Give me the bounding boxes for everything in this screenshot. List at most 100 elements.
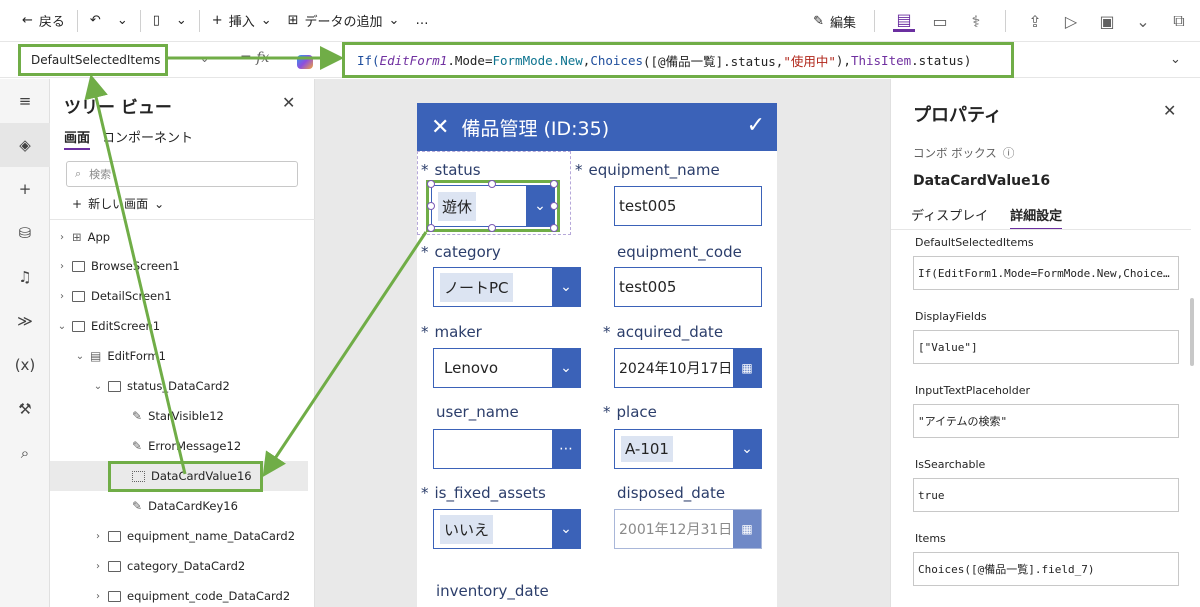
search-input[interactable]: ⌕ 検索	[66, 161, 298, 187]
tab-advanced[interactable]: 詳細設定	[1010, 205, 1063, 230]
resize-handle[interactable]	[427, 224, 435, 232]
tree-item-editscreen1[interactable]: ⌄ EditScreen1	[50, 311, 308, 341]
user-name-combobox[interactable]: ⋯	[433, 429, 581, 469]
hamburger-icon[interactable]: ≡	[0, 79, 50, 123]
edit-button[interactable]: ✎ 編集	[813, 6, 856, 36]
edit-icon: ✎	[132, 439, 143, 453]
divider	[1005, 10, 1006, 32]
help-icon[interactable]: ⓘ	[1003, 145, 1015, 161]
play-icon[interactable]: ▷	[1060, 10, 1082, 32]
edit-icon: ✎	[132, 499, 143, 513]
undo-button[interactable]: ↶	[82, 6, 109, 36]
variables-icon[interactable]: (x)	[0, 343, 50, 387]
divider	[891, 229, 1191, 230]
add-data-button[interactable]: ⊞ データの追加 ⌄	[280, 6, 408, 36]
resize-handle[interactable]	[488, 224, 496, 232]
equipment-code-input[interactable]: test005	[614, 267, 762, 307]
checkmark-icon[interactable]: ✓	[747, 113, 765, 138]
control-name: DataCardValue16	[913, 173, 1051, 189]
tree-item-status-datacard2[interactable]: ⌄ status_DataCard2	[50, 371, 308, 401]
tree-item-app[interactable]: › ⊞ App	[50, 222, 308, 252]
properties-panel: プロパティ ✕ コンボ ボックス ⓘ DataCardValue16 ディスプレ…	[890, 79, 1200, 607]
tree-item-category-datacard2[interactable]: › category_DataCard2	[50, 551, 308, 581]
scrollbar[interactable]	[1190, 298, 1194, 366]
tree-item-datacardkey16[interactable]: ✎ DataCardKey16	[50, 491, 308, 521]
resize-handle[interactable]	[550, 180, 558, 188]
save-icon[interactable]: ▣	[1096, 10, 1118, 32]
chevron-down-icon[interactable]: ⌄	[552, 349, 580, 387]
media-icon[interactable]: ♫	[0, 255, 50, 299]
database-icon[interactable]: ⛁	[0, 211, 50, 255]
search-icon[interactable]: ⌕	[0, 431, 50, 475]
tree-item-browsescreen1[interactable]: › BrowseScreen1	[50, 251, 308, 281]
resize-handle[interactable]	[550, 202, 558, 210]
tree-item-equipment-name-datacard2[interactable]: › equipment_name_DataCard2	[50, 521, 308, 551]
property-label: Items	[915, 532, 946, 545]
more-icon[interactable]: ⋯	[552, 430, 580, 468]
defaultselecteditems-input[interactable]: If(EditForm1.Mode=FormMode.New,Choice…	[913, 256, 1179, 290]
chevron-down-icon[interactable]: ⌄	[200, 52, 209, 65]
resize-handle[interactable]	[550, 224, 558, 232]
displayfields-input[interactable]: ["Value"]	[913, 330, 1179, 364]
calendar-icon[interactable]: ▦	[733, 510, 761, 548]
paste-dropdown[interactable]: ⌄	[168, 6, 195, 36]
copilot-icon[interactable]	[297, 55, 313, 69]
property-selector[interactable]: DefaultSelectedItems	[18, 44, 168, 76]
more-button[interactable]: …	[407, 6, 436, 36]
tab-display[interactable]: ディスプレイ	[911, 205, 988, 230]
resize-handle[interactable]	[427, 180, 435, 188]
tree-item-detailscreen1[interactable]: › DetailScreen1	[50, 281, 308, 311]
plus-icon[interactable]: +	[0, 167, 50, 211]
maker-combobox[interactable]: Lenovo ⌄	[433, 348, 581, 388]
close-icon[interactable]: ✕	[1163, 101, 1176, 120]
panel-title: プロパティ	[913, 105, 1002, 126]
chevron-down-icon[interactable]: ⌄	[1170, 52, 1181, 67]
acquired-date-picker[interactable]: 2024年10月17日 ▦	[614, 348, 762, 388]
tools-icon[interactable]: ⚒	[0, 387, 50, 431]
resize-handle[interactable]	[488, 180, 496, 188]
comment-icon[interactable]: ▭	[929, 10, 951, 32]
share-icon[interactable]: ⇪	[1024, 10, 1046, 32]
chevron-down-icon[interactable]: ⌄	[1132, 10, 1154, 32]
chevron-down-icon[interactable]: ⌄	[552, 268, 580, 306]
tab-components[interactable]: コンポーネント	[102, 127, 193, 150]
layers-icon[interactable]: ◈	[0, 123, 50, 167]
disposed-date-picker[interactable]: 2001年12月31日 ▦	[614, 509, 762, 549]
category-label: * category	[421, 243, 501, 261]
paste-button[interactable]: ▯	[145, 6, 168, 36]
screen-icon	[72, 260, 85, 272]
chevron-down-icon[interactable]: ⌄	[552, 510, 580, 548]
chevron-down-icon: ⌄	[116, 13, 128, 28]
tree-item-starvisible12[interactable]: ✎ StarVisible12	[50, 401, 308, 431]
undo-dropdown[interactable]: ⌄	[109, 6, 136, 36]
power-automate-icon[interactable]: ≫	[0, 299, 50, 343]
new-screen-button[interactable]: + 新しい画面 ⌄	[72, 195, 164, 212]
formula-input[interactable]: If( EditForm1 .Mode= FormMode.New , Choi…	[342, 42, 1014, 78]
category-combobox[interactable]: ノートPC ⌄	[433, 267, 581, 307]
publish-icon[interactable]: ⧉	[1168, 10, 1190, 32]
calendar-icon[interactable]: ▦	[733, 349, 761, 387]
items-input[interactable]: Choices([@備品一覧].field_7)	[913, 552, 1179, 586]
resize-handle[interactable]	[427, 202, 435, 210]
tree-item-errormessage12[interactable]: ✎ ErrorMessage12	[50, 431, 308, 461]
is-fixed-assets-combobox[interactable]: いいえ ⌄	[433, 509, 581, 549]
equipment-name-input[interactable]: test005	[614, 186, 762, 226]
close-icon[interactable]: ✕	[282, 93, 295, 112]
clipboard-icon: ▯	[152, 13, 160, 28]
app-checker-icon[interactable]: ▤	[893, 10, 915, 32]
chevron-down-icon[interactable]: ⌄	[733, 430, 761, 468]
insert-button[interactable]: + 挿入 ⌄	[204, 6, 280, 36]
status-label: * status	[421, 161, 481, 179]
tree-item-equipment-code-datacard2[interactable]: › equipment_code_DataCard2	[50, 581, 308, 607]
place-combobox[interactable]: A-101 ⌄	[614, 429, 762, 469]
back-button[interactable]: ← 戻る	[14, 6, 73, 36]
edit-icon: ✎	[132, 409, 143, 423]
close-icon[interactable]: ✕	[431, 115, 449, 140]
issearchable-input[interactable]: true	[913, 478, 1179, 512]
tree-item-editform1[interactable]: ⌄ ▤ EditForm1	[50, 341, 308, 371]
inputtextplaceholder-input[interactable]: "アイテムの検索"	[913, 404, 1179, 438]
stethoscope-icon[interactable]: ⚕	[965, 10, 987, 32]
tab-screens[interactable]: 画面	[64, 127, 91, 150]
top-toolbar: ← 戻る ↶ ⌄ ▯ ⌄ + 挿入 ⌄ ⊞ データの追加 ⌄ … ✎ 編集 ▤ …	[0, 0, 1200, 42]
plus-icon: +	[72, 196, 83, 211]
